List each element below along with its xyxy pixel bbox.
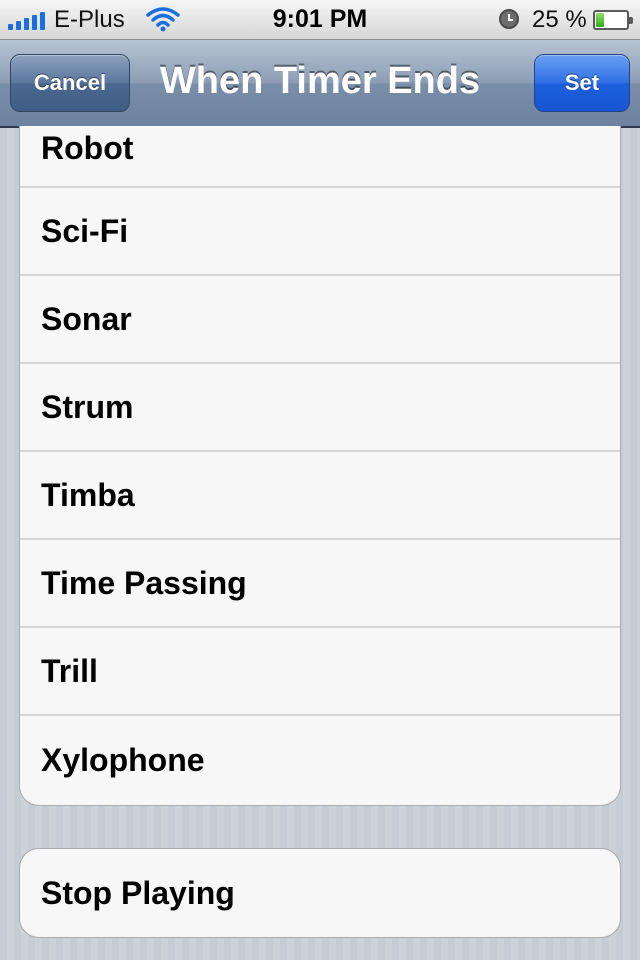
battery-icon [593, 10, 633, 30]
battery-percent: 25 % [532, 6, 587, 33]
list-item-sci-fi[interactable]: Sci-Fi [20, 188, 620, 276]
list-item-trill[interactable]: Trill [20, 628, 620, 716]
battery-level-fill [596, 13, 604, 27]
list-item-strum[interactable]: Strum [20, 364, 620, 452]
set-button[interactable]: Set [534, 54, 630, 112]
sound-list[interactable]: Robot Sci-Fi Sonar Strum Timba Time Pass… [19, 126, 621, 806]
alarm-clock-icon [499, 9, 519, 29]
stop-playing-option[interactable]: Stop Playing [20, 849, 620, 937]
list-item-timba[interactable]: Timba [20, 452, 620, 540]
list-item-sonar[interactable]: Sonar [20, 276, 620, 364]
list-item-time-passing[interactable]: Time Passing [20, 540, 620, 628]
status-bar: E-Plus 9:01 PM 25 % [0, 0, 640, 40]
list-item-xylophone[interactable]: Xylophone [20, 716, 620, 804]
navigation-bar: Cancel When Timer Ends Set [0, 40, 640, 128]
list-item-robot[interactable]: Robot [20, 126, 620, 188]
stop-playing-group: Stop Playing [19, 848, 621, 938]
